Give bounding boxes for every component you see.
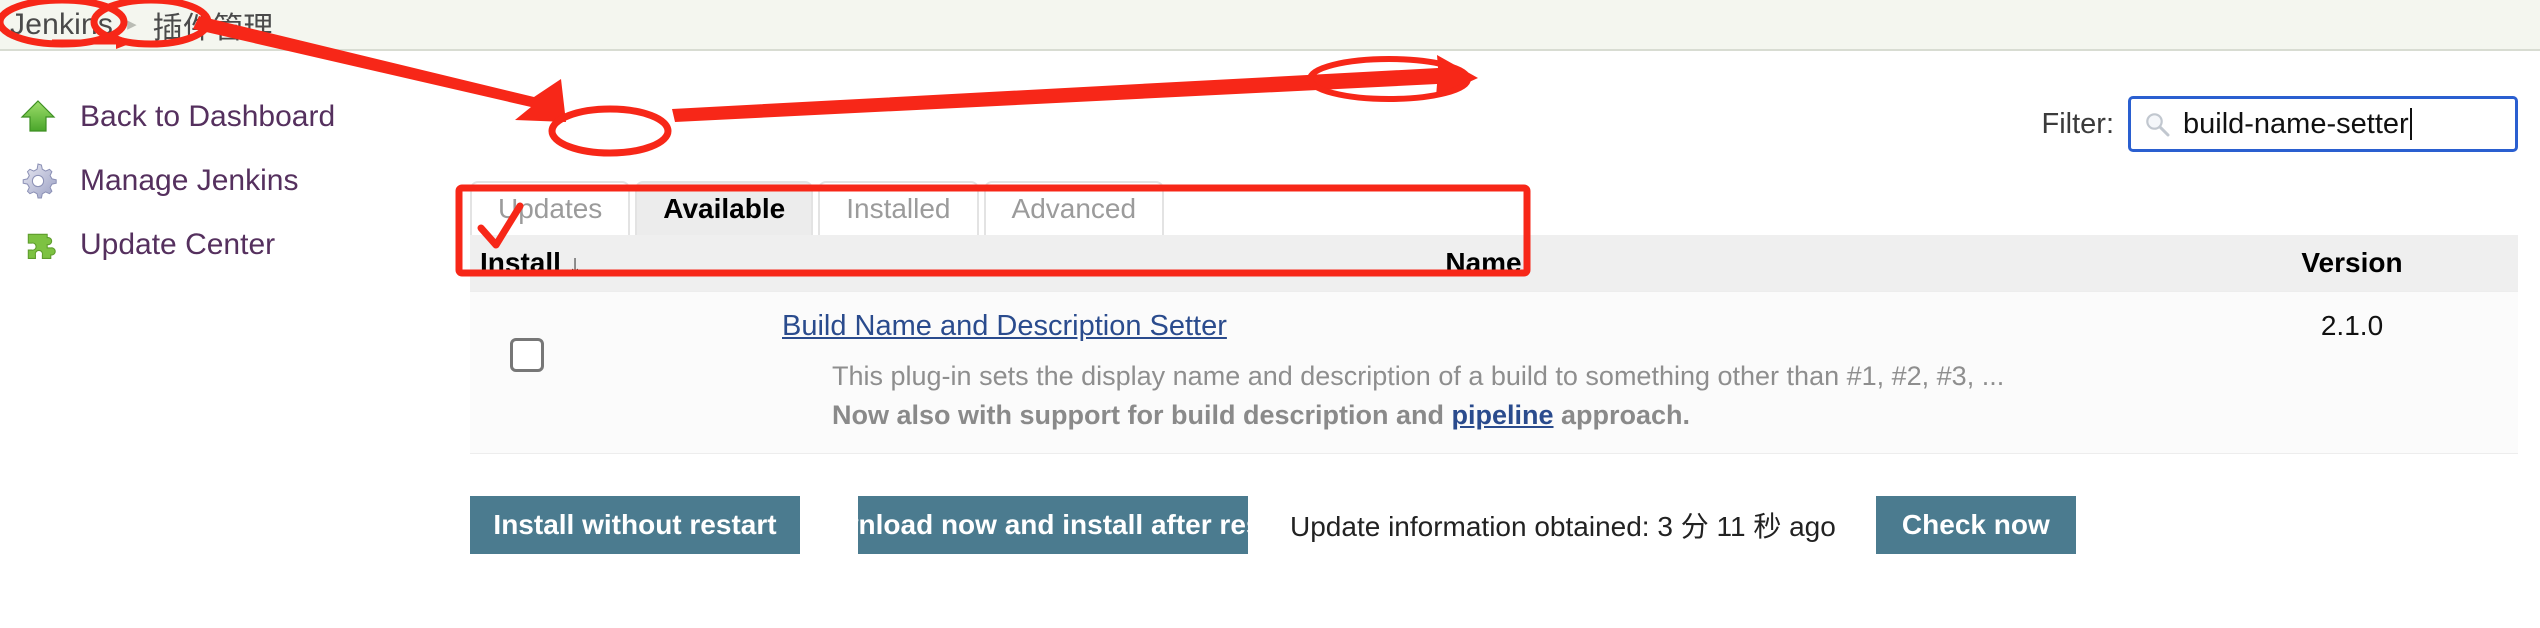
action-button-row: Install without restart Download now and… [450,496,2540,555]
tab-available[interactable]: Available [635,181,814,235]
pipeline-link[interactable]: pipeline [1452,400,1554,430]
filter-label: Filter: [2041,107,2115,140]
sidebar-item-update-center[interactable]: Update Center [0,213,450,277]
install-checkbox[interactable] [510,338,544,372]
column-header-name[interactable]: Name [781,235,2186,292]
filter-input-value: build-name-setter [2183,107,2409,140]
tab-bar: Updates Available Installed Advanced [450,179,2540,235]
search-icon [2146,113,2170,137]
download-and-install-after-restart-button[interactable]: Download now and install after restart [799,496,1307,555]
breadcrumb: Jenkins ▸ 插件管理 [0,0,2540,51]
table-header-row: Install ↓ Name Version [470,235,2518,292]
column-header-version[interactable]: Version [2186,235,2518,292]
sidebar-item-back-to-dashboard[interactable]: Back to Dashboard [0,85,450,149]
update-information-status: Update information obtained: 3 分 11 秒 ag… [1290,511,1836,543]
sidebar-item-manage-jenkins[interactable]: Manage Jenkins [0,149,450,213]
table-row: Build Name and Description Setter This p… [470,290,2518,455]
plugin-description-line-2: Now also with support for build descript… [782,396,2185,435]
sort-descending-icon: ↓ [568,250,582,278]
sidebar: Back to Dashboard Manage Jenkins Update … [0,51,450,277]
plugin-description-line-2-pre: Now also with support for build descript… [832,400,1452,431]
main-content: Filter: build-name-setter Updates Availa… [450,51,2540,555]
plugin-table: Install ↓ Name Version Build Name and Des… [470,235,2518,455]
text-cursor [2409,108,2412,140]
up-arrow-icon [20,100,56,132]
breadcrumb-current-page[interactable]: 插件管理 [153,3,274,47]
install-without-restart-button[interactable]: Install without restart [470,496,800,555]
tab-updates[interactable]: Updates [470,181,631,235]
plugin-name-cell: Build Name and Description Setter This p… [781,290,2186,455]
breadcrumb-root-link[interactable]: Jenkins [10,8,113,42]
tab-advanced[interactable]: Advanced [983,181,1165,235]
plugin-description-line-1: This plug-in sets the display name and d… [832,361,2005,391]
filter-row: Filter: build-name-setter [450,93,2540,155]
breadcrumb-separator-icon: ▸ [127,14,137,35]
column-header-install-label: Install [480,247,561,278]
tab-installed[interactable]: Installed [818,181,979,235]
column-header-install[interactable]: Install ↓ [470,235,781,292]
plugin-install-cell [470,290,781,455]
filter-input[interactable]: build-name-setter [2128,96,2518,152]
sidebar-item-label: Update Center [80,228,276,261]
plugin-version-cell: 2.1.0 [2186,290,2518,455]
sidebar-item-label: Manage Jenkins [80,164,299,197]
gear-icon [22,163,57,199]
plugin-name-link[interactable]: Build Name and Description Setter [782,310,1227,343]
sidebar-item-label: Back to Dashboard [80,100,336,133]
plugin-description-line-2-post: approach. [1553,400,1691,431]
check-now-button[interactable]: Check now [1875,496,2076,555]
puzzle-piece-icon [27,233,56,259]
